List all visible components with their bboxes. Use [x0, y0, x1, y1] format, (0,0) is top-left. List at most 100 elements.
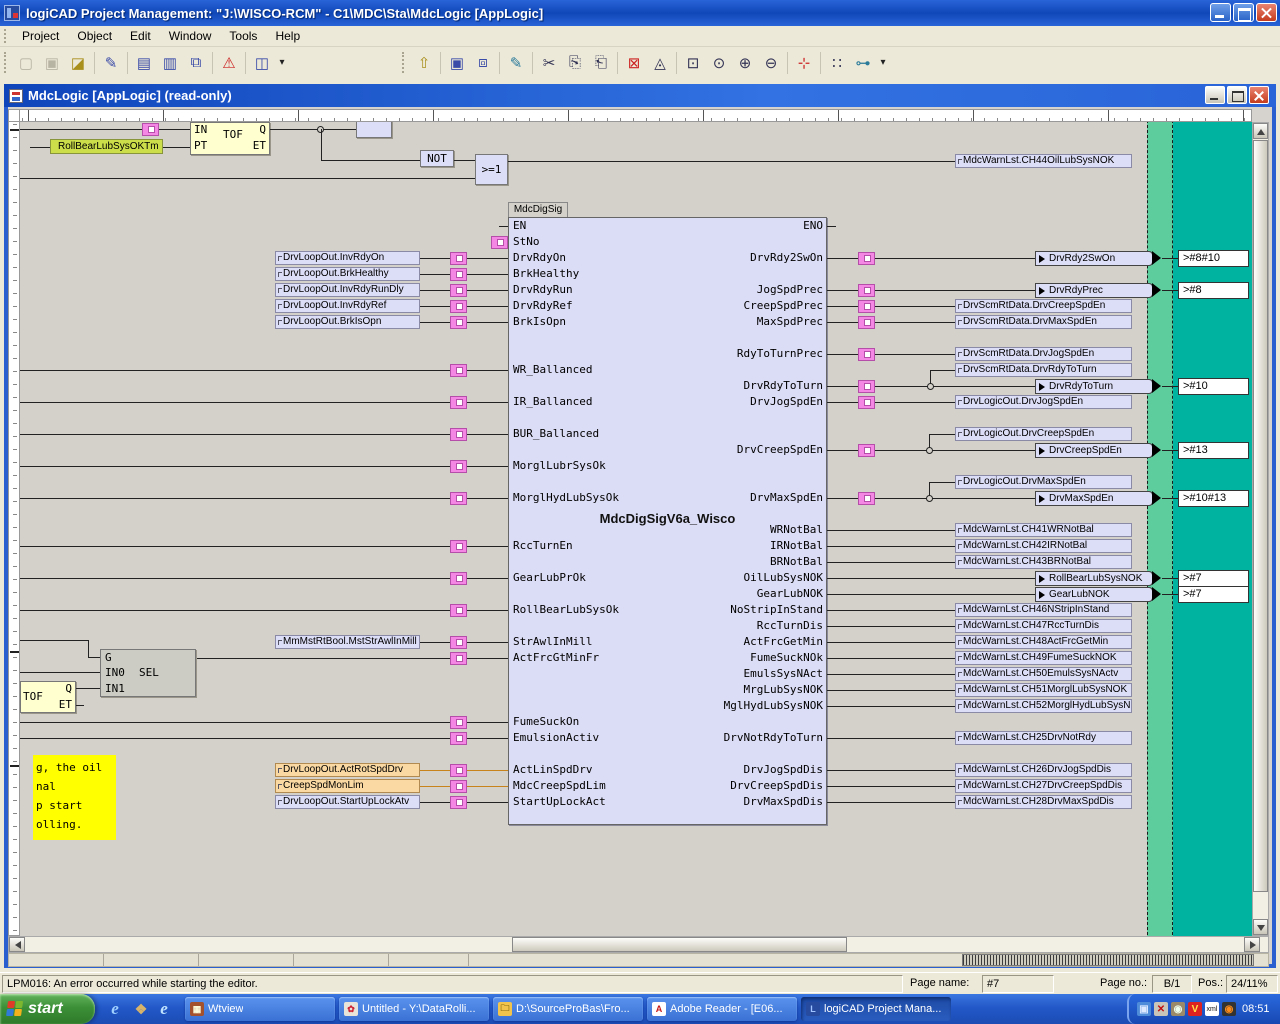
page-connector[interactable] [450, 492, 467, 505]
new-icon[interactable]: ▢ [14, 51, 38, 75]
output-connector[interactable]: RollBearLubSysNOK [1035, 571, 1153, 586]
not-gate[interactable]: NOT [420, 150, 454, 167]
page-connector[interactable] [450, 300, 467, 313]
variable-label[interactable]: MdcWarnLst.CH26DrvJogSpdDis [955, 763, 1132, 777]
start-button[interactable]: start [0, 994, 95, 1024]
scroll-left-button[interactable] [9, 937, 25, 952]
variable-label[interactable]: MdcWarnLst.CH47RccTurnDis [955, 619, 1132, 633]
cross-reference[interactable]: >#13 [1178, 442, 1249, 459]
minimize-button[interactable] [1210, 3, 1231, 22]
antivirus-icon[interactable]: V [1188, 1002, 1202, 1016]
vertical-scroll-thumb[interactable] [1253, 140, 1268, 892]
task-wtview[interactable]: ▦ Wtview [185, 997, 335, 1021]
cross-reference[interactable]: >#10 [1178, 378, 1249, 395]
variable-label[interactable]: MdcWarnLst.CH51MorglLubSysNOK [955, 683, 1132, 697]
folder-up-icon[interactable]: ⇧ [412, 51, 436, 75]
variable-label[interactable]: MdcWarnLst.CH42IRNotBal [955, 539, 1132, 553]
variable-label[interactable]: DrvScmRtData.DrvJogSpdEn [955, 347, 1132, 361]
variable-label-analog[interactable]: DrvLoopOut.ActRotSpdDrv [275, 763, 420, 777]
variable-label[interactable]: DrvScmRtData.DrvMaxSpdEn [955, 315, 1132, 329]
network-icon[interactable]: ▣ [1137, 1002, 1151, 1016]
cross-reference[interactable]: >#7 [1178, 570, 1249, 587]
page-connector[interactable] [450, 716, 467, 729]
tile-vertical-icon[interactable]: ▥ [158, 51, 182, 75]
window-select-icon[interactable]: ◫ [250, 51, 274, 75]
toolbar-grip-2[interactable] [402, 52, 407, 74]
page-overview-bar[interactable] [962, 954, 1254, 966]
task-untitled[interactable]: ✿ Untitled - Y:\DataRolli... [339, 997, 489, 1021]
connection-mode-icon[interactable]: ⊶ [851, 51, 875, 75]
copy-icon[interactable]: ⎘ [563, 51, 587, 75]
page-connector[interactable] [450, 652, 467, 665]
page-connector[interactable] [450, 428, 467, 441]
variable-label[interactable]: DrvScmRtData.DrvRdyToTurn [955, 363, 1132, 377]
variable-label[interactable]: DrvLogicOut.DrvCreepSpdEn [955, 427, 1132, 441]
zoom-select-icon[interactable]: ⊡ [681, 51, 705, 75]
scroll-up-button[interactable] [1253, 123, 1268, 139]
scroll-right-button[interactable] [1244, 937, 1260, 952]
close-button[interactable] [1256, 3, 1277, 22]
dropdown-caret-icon[interactable]: ▾ [877, 51, 889, 75]
grid-icon[interactable]: ∷ [825, 51, 849, 75]
editor-restore-button[interactable] [1227, 86, 1247, 104]
variable-label[interactable]: MdcWarnLst.CH28DrvMaxSpdDis [955, 795, 1132, 809]
horizontal-scroll-thumb[interactable] [512, 937, 847, 952]
variable-label[interactable]: RollBearLubSysOKTm [50, 139, 163, 154]
cross-reference[interactable]: >#8#10 [1178, 250, 1249, 267]
output-connector[interactable]: DrvRdyToTurn [1035, 379, 1153, 394]
variable-label[interactable]: MmMstRtBool.MstStrAwlInMill [275, 635, 420, 649]
menu-tools[interactable]: Tools [220, 27, 266, 45]
verify-icon[interactable]: ◬ [648, 51, 672, 75]
page-connector[interactable] [450, 460, 467, 473]
maximize-button[interactable] [1233, 3, 1254, 22]
page-connector[interactable] [858, 444, 875, 457]
dropdown-caret-icon[interactable]: ▾ [276, 51, 288, 75]
variable-label[interactable]: DrvLoopOut.InvRdyOn [275, 251, 420, 265]
page-connector[interactable] [858, 492, 875, 505]
page-connector[interactable] [450, 604, 467, 617]
tile-horizontal-icon[interactable]: ▤ [132, 51, 156, 75]
or-gate[interactable]: >=1 [475, 154, 508, 185]
delete-icon[interactable]: ⊠ [622, 51, 646, 75]
toolbar-grip[interactable] [4, 52, 9, 74]
open-icon[interactable]: ▣ [40, 51, 64, 75]
page-connector[interactable] [858, 284, 875, 297]
page-connector[interactable] [450, 268, 467, 281]
page-connector[interactable] [142, 123, 159, 136]
page-connector[interactable] [450, 780, 467, 793]
page-connector[interactable] [858, 300, 875, 313]
edit-mode-icon[interactable]: ✎ [504, 51, 528, 75]
display-icon[interactable]: ◉ [1222, 1002, 1236, 1016]
variable-label[interactable]: DrvLoopOut.InvRdyRef [275, 299, 420, 313]
sel-block[interactable]: G IN0 IN1 SEL [100, 649, 196, 697]
page-connector[interactable] [450, 764, 467, 777]
diagram-canvas[interactable]: RollBearLubSysOKTm IN PT TOF Q ET NOT >=… [20, 122, 1252, 936]
audio-icon[interactable]: ◉ [1171, 1002, 1185, 1016]
page-connector[interactable] [450, 284, 467, 297]
save-icon[interactable]: ▣ [445, 51, 469, 75]
function-block-tab[interactable]: MdcDigSig [508, 202, 568, 218]
internet-explorer-icon[interactable]: e [104, 998, 126, 1020]
comment-box[interactable]: g, the oil nal p start olling. [33, 755, 116, 840]
output-connector[interactable]: DrvRdyPrec [1035, 283, 1153, 298]
zoom-fit-icon[interactable]: ⊹ [792, 51, 816, 75]
variable-label-analog[interactable]: CreepSpdMonLim [275, 779, 420, 793]
editor-close-button[interactable] [1249, 86, 1269, 104]
menu-help[interactable]: Help [266, 27, 309, 45]
variable-label[interactable]: MdcWarnLst.CH46NStripInStand [955, 603, 1132, 617]
paste-icon[interactable]: ⎗ [589, 51, 613, 75]
page-connector[interactable] [858, 348, 875, 361]
zoom-in-icon[interactable]: ⊕ [733, 51, 757, 75]
xml-tray-icon[interactable]: xml [1205, 1002, 1219, 1016]
properties-icon[interactable]: ✎ [99, 51, 123, 75]
page-connector[interactable] [450, 636, 467, 649]
zoom-out-icon[interactable]: ⊖ [759, 51, 783, 75]
task-logicad[interactable]: L logiCAD Project Mana... [801, 997, 951, 1021]
menu-window[interactable]: Window [160, 27, 221, 45]
page-connector[interactable] [491, 236, 508, 249]
variable-label[interactable]: DrvLoopOut.BrkIsOpn [275, 315, 420, 329]
page-connector[interactable] [450, 732, 467, 745]
output-connector[interactable]: DrvCreepSpdEn [1035, 443, 1153, 458]
empty-label-box[interactable] [356, 122, 392, 138]
variable-label[interactable]: DrvLogicOut.DrvJogSpdEn [955, 395, 1132, 409]
